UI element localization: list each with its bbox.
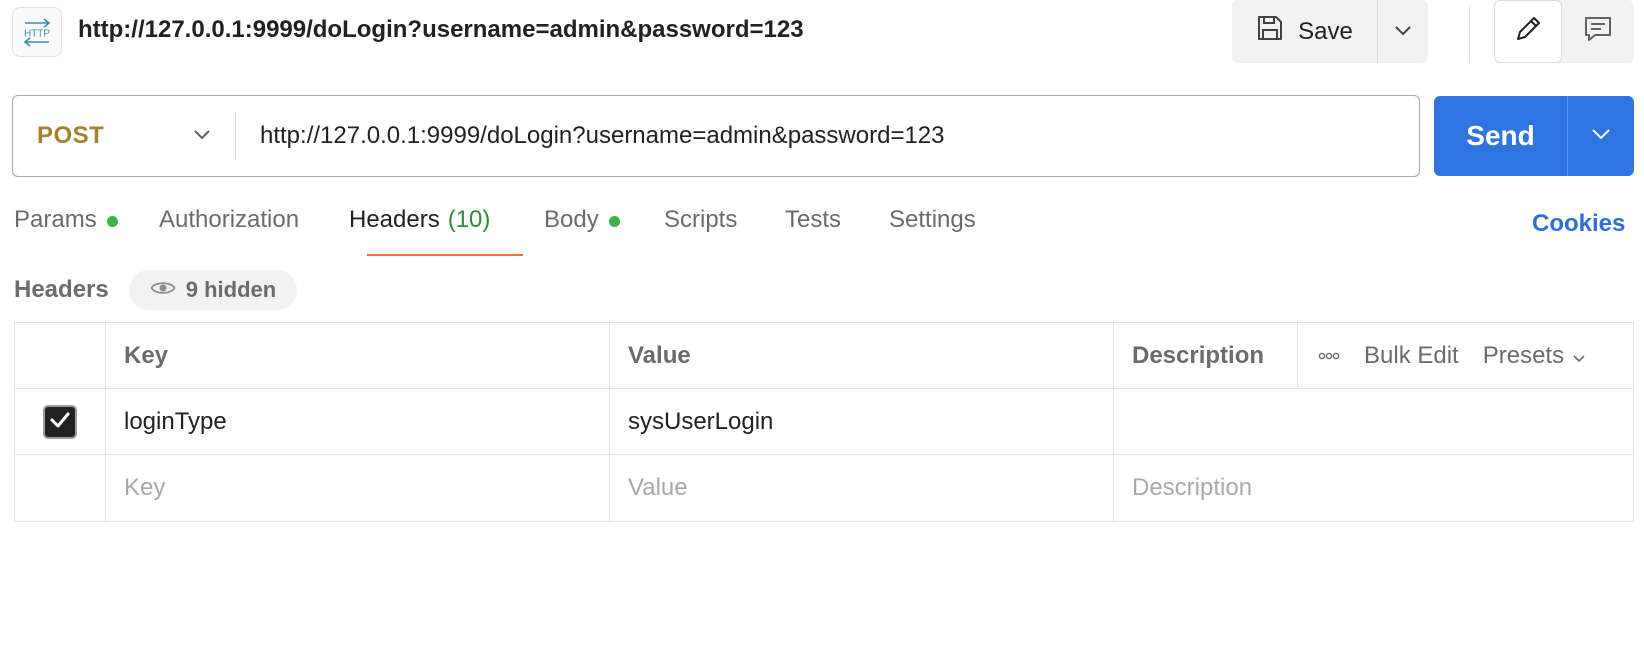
tab-count: (10) [447,206,491,233]
tab-scripts[interactable]: Scripts [664,206,737,256]
header-value-field[interactable]: sysUserLogin [610,389,1114,454]
url-bar: POST http://127.0.0.1:9999/doLogin?usern… [12,95,1420,177]
table-header-row: Key Value Description Bulk Edit Presets [15,323,1633,389]
table-actions: Bulk Edit Presets [1298,323,1633,388]
check-column-header [15,323,106,388]
value-column-header: Value [610,323,1114,388]
presets-label: Presets [1482,341,1565,369]
tab-authorization[interactable]: Authorization [159,206,299,256]
table-row: loginType sysUserLogin [15,389,1633,455]
send-group: Send [1434,96,1634,176]
bulk-edit-button[interactable]: Bulk Edit [1364,342,1459,370]
headers-section-title: Headers [14,276,109,303]
send-options-button[interactable] [1568,96,1634,176]
chevron-down-icon [1591,127,1611,145]
status-dot [608,216,620,227]
view-toggle-group [1494,0,1634,63]
hidden-headers-toggle[interactable]: 9 hidden [129,270,297,310]
chevron-down-icon [1394,23,1412,41]
floppy-disk-icon [1256,14,1284,49]
save-button[interactable]: Save [1232,0,1378,63]
save-options-button[interactable] [1378,0,1428,63]
tab-label: Authorization [159,206,300,233]
tab-label: Body [544,206,599,233]
chevron-down-icon [193,127,211,145]
tab-label: Settings [889,206,976,233]
table-row-new: Key Value Description [15,455,1633,521]
pencil-icon [1513,14,1543,49]
tab-label: Tests [785,206,842,233]
status-dot [106,216,118,227]
eye-icon [150,277,176,303]
tab-headers[interactable]: Headers (10) [349,206,490,256]
tab-label: Params [14,206,97,233]
tab-params[interactable]: Params [14,206,118,256]
save-group: Save [1232,0,1428,63]
active-tab-indicator [367,254,523,256]
header-description-field[interactable] [1114,389,1633,454]
hidden-count-label: 9 hidden [185,277,277,302]
new-value-input[interactable]: Value [610,455,1114,521]
method-select[interactable]: POST [13,96,235,176]
header-key-field[interactable]: loginType [106,389,610,454]
tab-label: Headers [349,206,440,233]
more-options-icon[interactable] [1318,352,1340,360]
request-title[interactable]: http://127.0.0.1:9999/doLogin?username=a… [78,16,804,44]
chevron-down-icon [1572,342,1586,370]
row-checkbox-cell [15,455,106,521]
save-label: Save [1298,17,1353,45]
tab-body[interactable]: Body [544,206,620,256]
presets-dropdown[interactable]: Presets [1483,342,1586,370]
http-icon: HTTP [12,7,62,57]
row-enabled-checkbox[interactable] [43,404,77,439]
description-column-header: Description [1114,323,1298,388]
cookies-link[interactable]: Cookies [1532,210,1625,238]
toolbar-divider [1469,6,1470,62]
tab-label: Scripts [664,206,738,233]
tab-settings[interactable]: Settings [889,206,976,256]
checkmark-icon [49,408,71,436]
svg-text:HTTP: HTTP [24,29,50,40]
send-button[interactable]: Send [1434,96,1568,176]
tab-tests[interactable]: Tests [785,206,841,256]
comments-button[interactable] [1562,0,1634,63]
row-checkbox-cell [15,389,106,454]
headers-table: Key Value Description Bulk Edit Presets [14,322,1634,522]
method-label: POST [37,122,105,149]
new-key-input[interactable]: Key [106,455,610,521]
key-column-header: Key [106,323,610,388]
edit-button[interactable] [1494,0,1562,63]
new-description-input[interactable]: Description [1114,455,1633,521]
request-header-bar: HTTP http://127.0.0.1:9999/doLogin?usern… [0,0,1644,64]
comment-icon [1583,14,1613,49]
url-input[interactable]: http://127.0.0.1:9999/doLogin?username=a… [236,96,1419,176]
